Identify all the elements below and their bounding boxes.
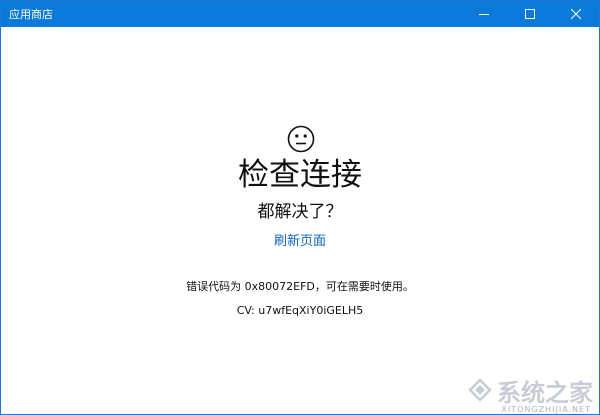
title-bar[interactable]: 应用商店	[1, 1, 599, 27]
page-subtitle: 都解决了？	[257, 202, 343, 222]
maximize-icon	[525, 9, 535, 19]
watermark-text: 系统之家	[497, 377, 593, 407]
watermark: 系统之家	[423, 370, 593, 410]
minimize-icon	[479, 14, 489, 15]
minimize-button[interactable]	[461, 1, 507, 27]
error-code-text: 错误代码为 0x80072EFD，可在需要时使用。	[186, 280, 414, 293]
watermark-url: XITONGZHIJIA.NET	[501, 405, 591, 414]
content-area: 检查连接 都解决了？ 刷新页面 错误代码为 0x80072EFD，可在需要时使用…	[1, 27, 599, 414]
maximize-button[interactable]	[507, 1, 553, 27]
page-title: 检查连接	[238, 157, 362, 193]
refresh-page-link[interactable]: 刷新页面	[274, 234, 326, 249]
window-title: 应用商店	[9, 8, 53, 21]
cv-code-text: CV: u7wfEqXiY0iGELH5	[236, 304, 364, 317]
close-button[interactable]	[553, 1, 599, 27]
refresh-link-row: 刷新页面	[1, 233, 599, 251]
app-window: 应用商店 检查连接 都解决了？ 刷新页面 错误代码为 0x80072EFD，可在…	[0, 0, 600, 415]
neutral-face-icon	[287, 125, 315, 153]
system-logo-icon	[468, 378, 492, 402]
close-icon	[571, 9, 581, 19]
